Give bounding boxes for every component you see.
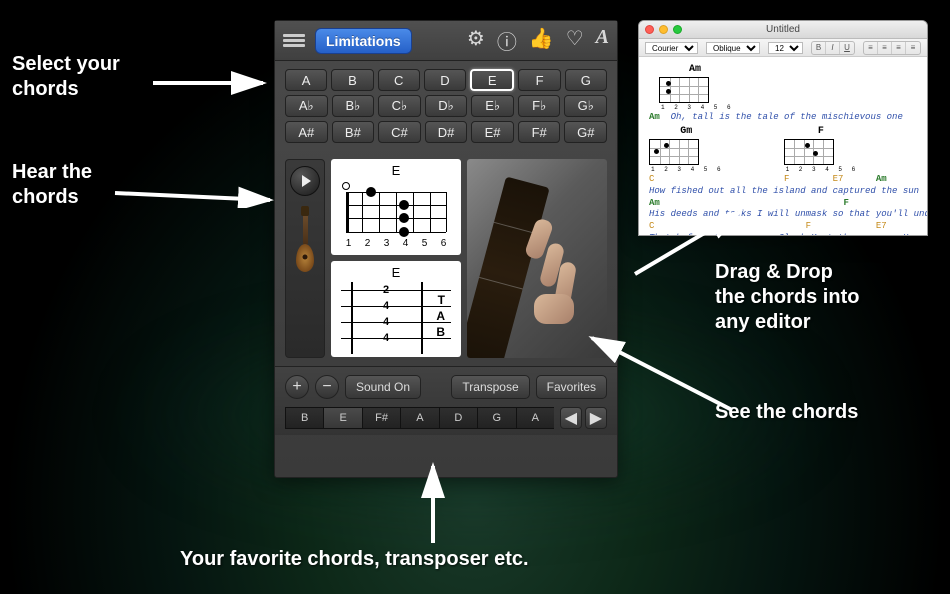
chord-tab-diagram[interactable]: E 2 4 4 4 T A B bbox=[331, 261, 461, 357]
tuning-note[interactable]: F# bbox=[362, 407, 400, 429]
callout-select-chords: Select your chords bbox=[12, 52, 120, 102]
gear-icon[interactable]: ⚙ bbox=[467, 26, 485, 55]
chord-button[interactable]: A bbox=[285, 69, 327, 91]
chord-button[interactable]: C# bbox=[378, 121, 421, 143]
callout-hear-chords: Hear the chords bbox=[12, 160, 92, 210]
tuning-note[interactable]: A bbox=[516, 407, 554, 429]
arrow-icon bbox=[148, 68, 278, 98]
chord-diagram-label: E bbox=[337, 163, 455, 178]
tuning-note[interactable]: A bbox=[400, 407, 438, 429]
editor-title: Untitled bbox=[639, 24, 927, 35]
chord-button[interactable]: B# bbox=[332, 121, 375, 143]
font-icon[interactable]: A bbox=[596, 26, 609, 55]
chord-button[interactable]: F# bbox=[518, 121, 561, 143]
chord-button[interactable]: E♭ bbox=[471, 95, 514, 117]
chord-button[interactable]: A♭ bbox=[285, 95, 328, 117]
editor-titlebar[interactable]: Untitled bbox=[639, 21, 927, 39]
font-select[interactable]: Courier bbox=[645, 42, 698, 54]
font-size-select[interactable]: 12 bbox=[768, 42, 803, 54]
prev-arrow-button[interactable]: ◀ bbox=[560, 407, 582, 429]
chord-button[interactable]: D bbox=[424, 69, 466, 91]
info-icon[interactable]: ⓘ bbox=[497, 26, 517, 55]
chord-mini-diagram bbox=[784, 139, 834, 165]
chord-button[interactable]: G♭ bbox=[564, 95, 607, 117]
chord-mini-diagram bbox=[659, 77, 709, 103]
chord-button[interactable]: A# bbox=[285, 121, 328, 143]
editor-body[interactable]: Am 1 2 3 4 5 6 Am Oh, tall is the tale o… bbox=[639, 57, 927, 236]
chord-button[interactable]: D♭ bbox=[425, 95, 468, 117]
align-group[interactable]: ≡≡≡≡ bbox=[863, 41, 921, 55]
chord-photo[interactable] bbox=[467, 159, 607, 358]
chord-button[interactable]: E bbox=[470, 69, 514, 91]
chord-diagram[interactable]: E bbox=[331, 159, 461, 255]
chord-button[interactable]: F♭ bbox=[518, 95, 561, 117]
thumbs-up-icon[interactable]: 👍 bbox=[529, 26, 554, 55]
chord-button[interactable]: F bbox=[518, 69, 560, 91]
sound-toggle-button[interactable]: Sound On bbox=[345, 375, 421, 399]
add-button[interactable]: + bbox=[285, 375, 309, 399]
tuning-note[interactable]: D bbox=[439, 407, 477, 429]
chord-app-panel: Limitations ⚙ ⓘ 👍 ♡ A A B C D E F G A♭ B… bbox=[274, 20, 618, 478]
text-style-group[interactable]: BIU bbox=[811, 41, 855, 55]
text-editor-window: Untitled Courier Oblique 12 BIU ≡≡≡≡ Am … bbox=[638, 20, 928, 236]
tuning-note[interactable]: G bbox=[477, 407, 515, 429]
limitations-button[interactable]: Limitations bbox=[315, 28, 412, 54]
chord-button[interactable]: G bbox=[565, 69, 607, 91]
chord-button[interactable]: C bbox=[378, 69, 420, 91]
transpose-button[interactable]: Transpose bbox=[451, 375, 529, 399]
tuning-note[interactable]: B bbox=[285, 407, 323, 429]
chord-mini-diagram bbox=[649, 139, 699, 165]
topbar: Limitations ⚙ ⓘ 👍 ♡ A bbox=[275, 21, 617, 61]
playback-column bbox=[285, 159, 325, 358]
font-style-select[interactable]: Oblique bbox=[706, 42, 760, 54]
chord-button[interactable]: D# bbox=[425, 121, 468, 143]
chord-button[interactable]: G# bbox=[564, 121, 607, 143]
chord-button[interactable]: C♭ bbox=[378, 95, 421, 117]
arrow-icon bbox=[110, 178, 285, 208]
chord-button[interactable]: E# bbox=[471, 121, 514, 143]
menu-icon[interactable] bbox=[283, 32, 305, 50]
chord-display-area: E bbox=[275, 151, 617, 366]
callout-favorites: Your favorite chords, transposer etc. bbox=[180, 547, 529, 572]
bottom-bar: + − Sound On Transpose Favorites B E F# … bbox=[275, 366, 617, 435]
chord-tab-label: E bbox=[337, 265, 455, 280]
heart-icon[interactable]: ♡ bbox=[566, 26, 584, 55]
chord-selector-grid: A B C D E F G A♭ B♭ C♭ D♭ E♭ F♭ G♭ A# B#… bbox=[275, 61, 617, 151]
tuning-note[interactable]: E bbox=[323, 407, 361, 429]
callout-drag-drop: Drag & Drop the chords into any editor bbox=[715, 260, 859, 335]
chord-button[interactable]: B bbox=[331, 69, 373, 91]
next-arrow-button[interactable]: ▶ bbox=[585, 407, 607, 429]
editor-toolbar: Courier Oblique 12 BIU ≡≡≡≡ bbox=[639, 39, 927, 57]
remove-button[interactable]: − bbox=[315, 375, 339, 399]
chord-button[interactable]: B♭ bbox=[332, 95, 375, 117]
instrument-icon[interactable] bbox=[295, 206, 315, 286]
play-button[interactable] bbox=[290, 166, 320, 196]
favorites-button[interactable]: Favorites bbox=[536, 375, 607, 399]
callout-see-chords: See the chords bbox=[715, 400, 858, 425]
